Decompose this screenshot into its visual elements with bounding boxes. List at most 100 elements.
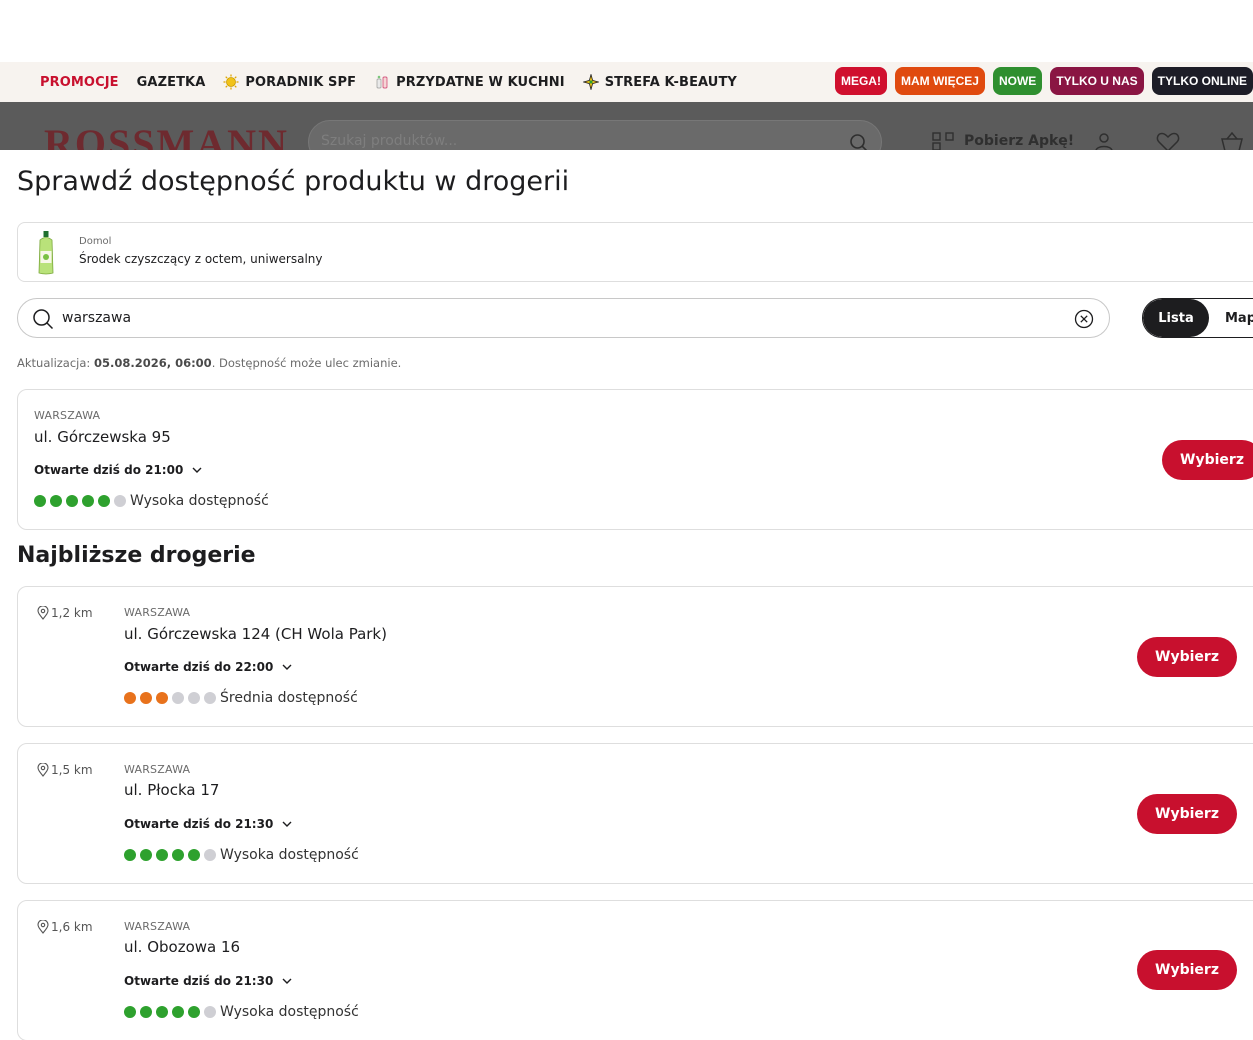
clear-search-icon[interactable] — [1074, 309, 1094, 329]
rossmann-logo[interactable]: ROSSMANN — [44, 120, 289, 150]
badge-mam-wiecej[interactable]: MAM WIĘCEJ — [894, 67, 985, 95]
promo-link-label: STREFA K-BEAUTY — [604, 74, 737, 90]
user-icon[interactable] — [1094, 132, 1114, 150]
store-city: WARSZAWA — [124, 606, 191, 619]
badge-mega[interactable]: MEGA! — [834, 67, 887, 95]
availability-dot — [188, 849, 200, 861]
store-hours: Otwarte dziś do 21:00 — [34, 463, 184, 477]
store-hours-toggle[interactable]: Otwarte dziś do 21:00 — [34, 463, 203, 477]
promo-link-przydatne-w-kuchni[interactable]: PRZYDATNE W KUCHNI — [374, 74, 565, 90]
store-hours: Otwarte dziś do 22:00 — [124, 660, 274, 674]
availability-indicator: Wysoka dostępność — [124, 1004, 359, 1020]
store-address: ul. Górczewska 95 — [34, 428, 171, 446]
promo-link-gazetka[interactable]: GAZETKA — [137, 75, 206, 90]
store-address: ul. Płocka 17 — [124, 781, 220, 799]
sparkle-icon — [581, 72, 600, 92]
product-thumbnail — [38, 231, 54, 275]
badge-tylko-online[interactable]: TYLKO ONLINE — [1151, 67, 1253, 95]
availability-dot — [204, 692, 216, 704]
qr-code-icon — [932, 132, 954, 150]
kitchen-icon — [374, 74, 390, 90]
get-app-label: Pobierz Apkę! — [964, 133, 1075, 149]
badge-tylko-u-nas[interactable]: TYLKO U NAS — [1050, 67, 1144, 95]
product-brand: Domol — [79, 236, 112, 247]
header-search-placeholder: Szukaj produktów... — [321, 133, 458, 149]
get-app-link[interactable]: Pobierz Apkę! — [932, 132, 1074, 150]
store-distance-value: 1,2 km — [51, 606, 93, 620]
availability-dot — [156, 1006, 168, 1018]
promo-link-label: PROMOCJE — [40, 74, 119, 90]
store-card: 1,6 km WARSZAWA ul. Obozowa 16 Otwarte d… — [17, 900, 1253, 1040]
store-card: 1,2 km WARSZAWA ul. Górczewska 124 (CH W… — [17, 586, 1253, 727]
availability-modal: Sprawdź dostępność produktu w drogerii D… — [0, 150, 1253, 1040]
view-toggle-list[interactable]: Lista — [1143, 299, 1209, 337]
availability-dot — [140, 1006, 152, 1018]
basket-icon[interactable] — [1220, 132, 1244, 150]
availability-dot — [172, 1006, 184, 1018]
store-distance: 1,5 km — [37, 763, 93, 777]
update-prefix: Aktualizacja: — [17, 356, 94, 370]
availability-dot — [82, 495, 94, 507]
promo-link-promocje[interactable]: PROMOCJE — [40, 75, 119, 90]
store-hours-toggle[interactable]: Otwarte dziś do 21:30 — [124, 817, 293, 831]
view-toggle: Lista Map — [1142, 298, 1253, 338]
availability-dot — [98, 495, 110, 507]
store-city: WARSZAWA — [124, 920, 191, 933]
search-icon — [33, 309, 54, 330]
availability-label: Średnia dostępność — [220, 690, 358, 706]
nearest-stores-title: Najbliższe drogerie — [17, 543, 256, 568]
store-distance-value: 1,5 km — [51, 763, 93, 777]
top-blank-area — [0, 0, 1253, 62]
store-hours-toggle[interactable]: Otwarte dziś do 21:30 — [124, 974, 293, 988]
availability-dot — [188, 692, 200, 704]
location-search — [17, 298, 1110, 338]
availability-dot — [114, 495, 126, 507]
header-search-input[interactable]: Szukaj produktów... — [308, 120, 882, 150]
availability-dot — [156, 692, 168, 704]
availability-label: Wysoka dostępność — [130, 493, 269, 509]
availability-dot — [172, 692, 184, 704]
badge-nowe[interactable]: NOWE — [992, 67, 1043, 95]
location-pin-icon — [37, 763, 49, 777]
store-distance: 1,6 km — [37, 920, 93, 934]
site-header-dimmed: ROSSMANN Szukaj produktów... Pobierz Apk… — [0, 102, 1253, 150]
selected-store-card: WARSZAWA ul. Górczewska 95 Otwarte dziś … — [17, 389, 1253, 530]
availability-dot — [140, 692, 152, 704]
chevron-down-icon — [192, 467, 202, 473]
select-store-button[interactable]: Wybierz — [1137, 637, 1237, 677]
select-store-button[interactable]: Wybierz — [1162, 440, 1253, 480]
store-address: ul. Obozowa 16 — [124, 938, 241, 956]
select-store-button[interactable]: Wybierz — [1137, 950, 1237, 990]
store-distance: 1,2 km — [37, 606, 93, 620]
select-store-button[interactable]: Wybierz — [1137, 794, 1237, 834]
availability-indicator: Wysoka dostępność — [124, 847, 359, 863]
promo-link-label: GAZETKA — [136, 74, 206, 90]
location-search-input[interactable] — [62, 307, 962, 329]
modal-title: Sprawdź dostępność produktu w drogerii — [17, 166, 570, 197]
promo-bar: PROMOCJE GAZETKA PORADNIK SPF PRZYDATNE … — [0, 62, 1253, 102]
availability-dot — [204, 849, 216, 861]
availability-label: Wysoka dostępność — [220, 847, 359, 863]
availability-indicator: Średnia dostępność — [124, 690, 358, 706]
availability-dot — [124, 1006, 136, 1018]
store-hours: Otwarte dziś do 21:30 — [124, 974, 274, 988]
heart-icon[interactable] — [1156, 132, 1180, 150]
availability-indicator: Wysoka dostępność — [34, 493, 269, 509]
search-icon — [850, 134, 868, 150]
promo-link-poradnik-spf[interactable]: PORADNIK SPF — [223, 74, 356, 90]
store-city: WARSZAWA — [124, 763, 191, 776]
location-pin-icon — [37, 606, 49, 620]
promo-link-label: PRZYDATNE W KUCHNI — [396, 74, 565, 90]
update-datetime: 05.08.2026, 06:00 — [93, 356, 212, 370]
store-hours-toggle[interactable]: Otwarte dziś do 22:00 — [124, 660, 293, 674]
store-city: WARSZAWA — [34, 409, 101, 422]
promo-link-strefa-k-beauty[interactable]: STREFA K-BEAUTY — [581, 72, 737, 92]
availability-dot — [124, 692, 136, 704]
chevron-down-icon — [282, 821, 292, 827]
store-hours: Otwarte dziś do 21:30 — [124, 817, 274, 831]
promo-link-label: PORADNIK SPF — [245, 74, 357, 90]
availability-dot — [140, 849, 152, 861]
view-toggle-map[interactable]: Map — [1209, 299, 1253, 337]
location-pin-icon — [37, 920, 49, 934]
store-card: 1,5 km WARSZAWA ul. Płocka 17 Otwarte dz… — [17, 743, 1253, 884]
